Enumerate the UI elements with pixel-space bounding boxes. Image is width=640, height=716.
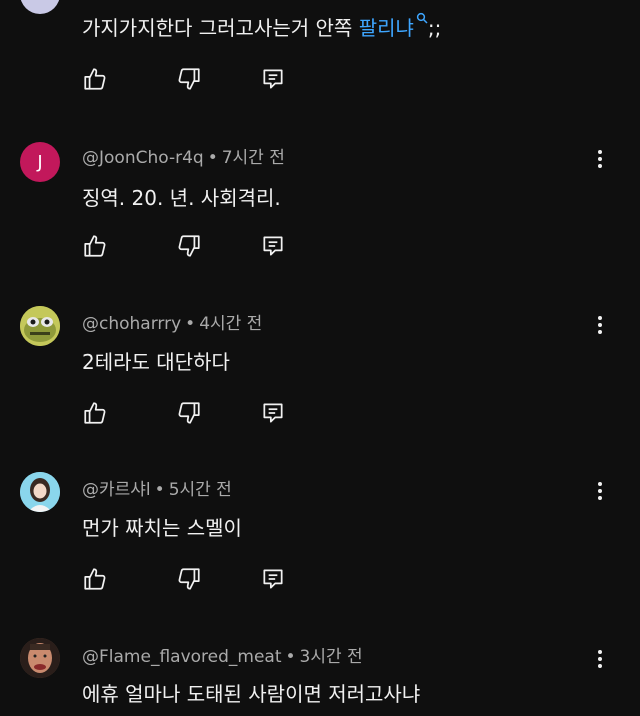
comment-actions <box>80 564 300 594</box>
thumbs-up-icon <box>84 402 106 424</box>
reply-icon <box>263 403 283 423</box>
comment-author[interactable]: @카르샤l <box>82 480 151 500</box>
thumbs-up-icon <box>84 568 106 590</box>
thumbs-up-icon <box>84 235 106 257</box>
more-button[interactable] <box>590 477 610 505</box>
reply-button[interactable] <box>258 564 288 594</box>
dislike-button[interactable] <box>174 564 204 594</box>
comment-meta: @카르샤l • 5시간 전 <box>82 480 232 500</box>
comment-text: 가지가지한다 그러고사는거 안쪽 팔리냐;; <box>82 12 441 41</box>
avatar-image <box>20 306 60 346</box>
comment-author[interactable]: @choharrry <box>82 314 181 334</box>
reply-button[interactable] <box>258 64 288 94</box>
thumbs-down-icon <box>178 235 200 257</box>
comment-meta: @Flame_flavored_meat • 3시간 전 <box>82 647 363 667</box>
comment-text: 2테라도 대단하다 <box>82 350 230 374</box>
more-button[interactable] <box>590 145 610 173</box>
avatar[interactable] <box>20 306 60 346</box>
comment-meta: @JoonCho-r4q • 7시간 전 <box>82 148 285 168</box>
avatar[interactable]: J <box>20 142 60 182</box>
comment-meta: @choharrry • 4시간 전 <box>82 314 263 334</box>
comment-time: 4시간 전 <box>199 314 263 334</box>
comment-actions <box>80 231 300 261</box>
search-icon <box>416 12 428 24</box>
avatar-image <box>20 472 60 512</box>
comment-item: @카르샤l • 5시간 전 먼가 짜치는 스멜이 <box>0 472 640 632</box>
comment-time: 7시간 전 <box>221 148 285 168</box>
like-button[interactable] <box>80 231 110 261</box>
thumbs-down-icon <box>178 402 200 424</box>
dislike-button[interactable] <box>174 398 204 428</box>
search-link[interactable]: 팔리냐 <box>359 12 428 40</box>
comment-item: @choharrry • 4시간 전 2테라도 대단하다 <box>0 306 640 466</box>
comment-text: 징역. 20. 년. 사회격리. <box>82 186 281 210</box>
thumbs-down-icon <box>178 68 200 90</box>
comment-time: 5시간 전 <box>168 480 232 500</box>
comment-text: 에휴 얼마나 도태된 사람이면 저러고사냐 <box>82 682 421 706</box>
reply-button[interactable] <box>258 398 288 428</box>
reply-icon <box>263 69 283 89</box>
like-button[interactable] <box>80 64 110 94</box>
avatar[interactable] <box>20 638 60 678</box>
comment-item: 가지가지한다 그러고사는거 안쪽 팔리냐;; <box>0 0 640 110</box>
comment-actions <box>80 398 300 428</box>
dislike-button[interactable] <box>174 231 204 261</box>
more-button[interactable] <box>590 311 610 339</box>
thumbs-down-icon <box>178 568 200 590</box>
comment-author[interactable]: @JoonCho-r4q <box>82 148 204 168</box>
like-button[interactable] <box>80 398 110 428</box>
comment-item: J @JoonCho-r4q • 7시간 전 징역. 20. 년. 사회격리. <box>0 140 640 300</box>
reply-icon <box>263 569 283 589</box>
comment-actions <box>80 64 300 94</box>
comment-text: 먼가 짜치는 스멜이 <box>82 516 242 540</box>
thumbs-up-icon <box>84 68 106 90</box>
comment-author[interactable]: @Flame_flavored_meat <box>82 647 282 667</box>
dislike-button[interactable] <box>174 64 204 94</box>
avatar[interactable] <box>20 0 60 14</box>
like-button[interactable] <box>80 564 110 594</box>
more-button[interactable] <box>590 645 610 673</box>
avatar[interactable] <box>20 472 60 512</box>
avatar-image <box>20 638 60 678</box>
reply-icon <box>263 236 283 256</box>
comment-time: 3시간 전 <box>299 647 363 667</box>
comment-item: @Flame_flavored_meat • 3시간 전 에휴 얼마나 도태된 사람… <box>0 638 640 716</box>
reply-button[interactable] <box>258 231 288 261</box>
